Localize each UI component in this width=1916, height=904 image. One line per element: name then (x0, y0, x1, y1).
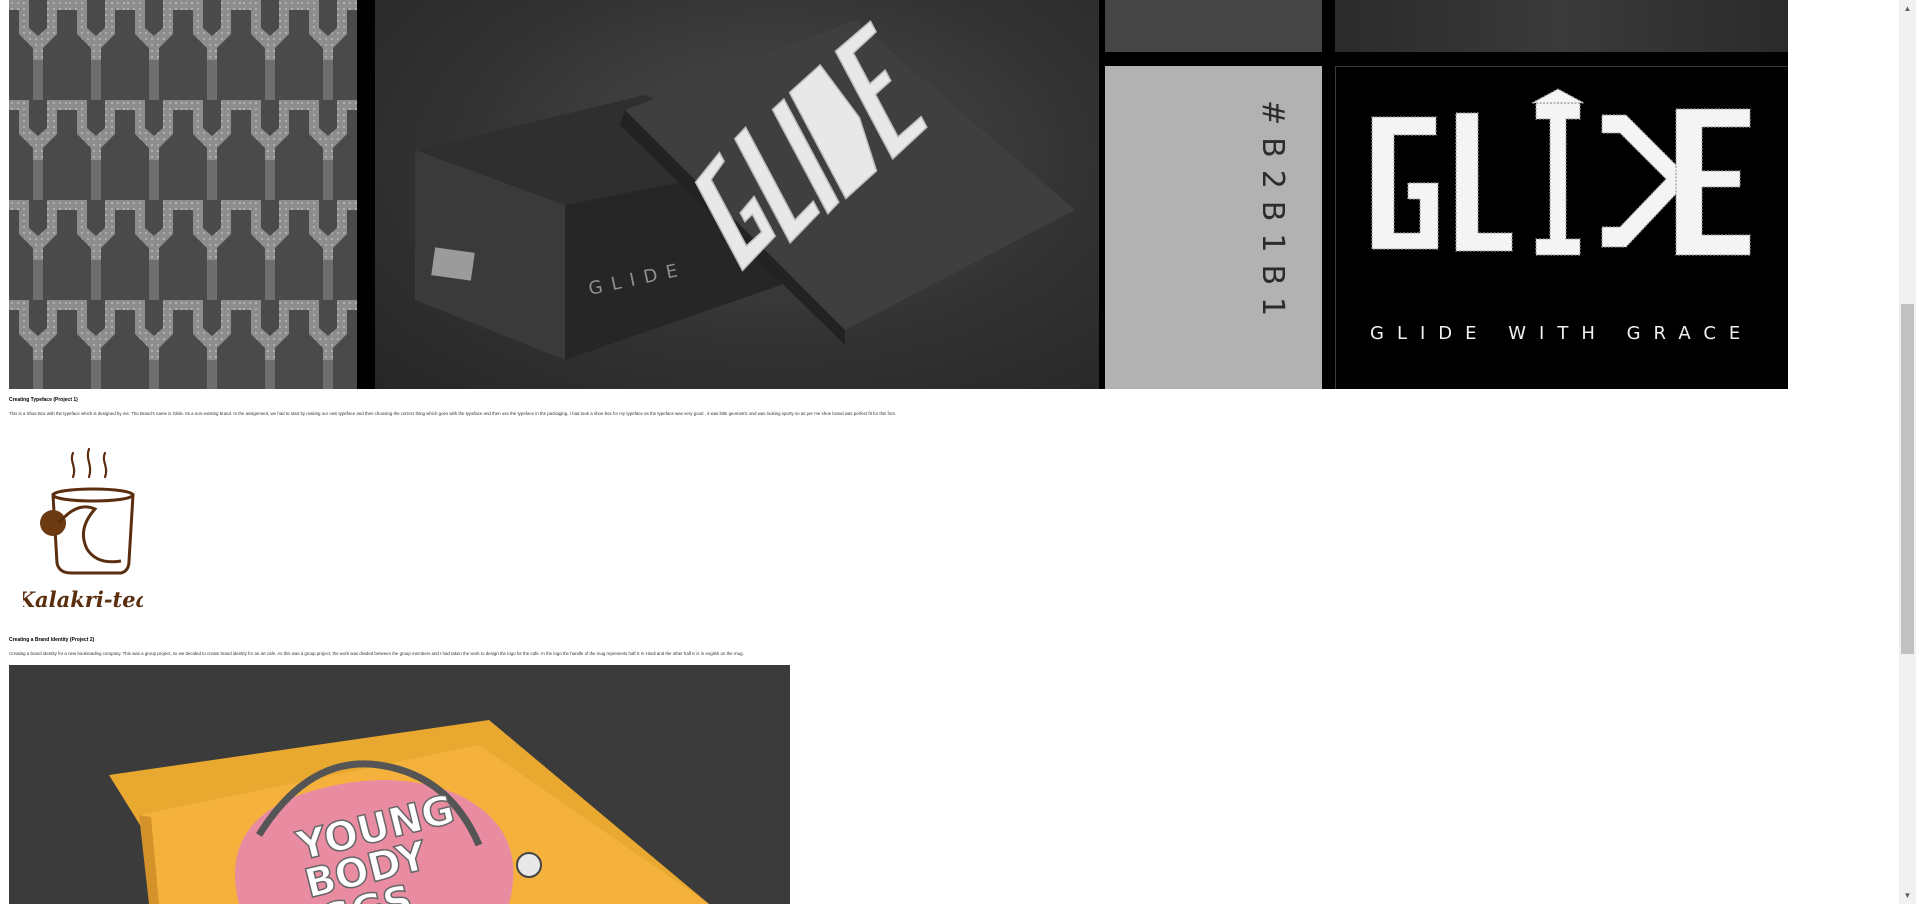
shoebox-photo: GLIDE (375, 0, 1099, 389)
project-2-title: Creating a Brand Identity (Project 2) (9, 637, 95, 643)
glide-logo (1371, 88, 1751, 256)
scrollbar-thumb[interactable] (1901, 304, 1914, 654)
glide-tagline: GLIDE WITH GRACE (1370, 323, 1754, 344)
vertical-scrollbar[interactable]: ▲ ▼ (1899, 0, 1916, 904)
project-2-description: Creating a brand identity for a new book… (9, 651, 744, 656)
scroll-up-arrow-icon[interactable]: ▲ (1899, 0, 1916, 17)
project-1-description: This is a Shoe Box with the typeface whi… (9, 411, 896, 416)
color-swatch-panel: #B2B1B1 (1105, 66, 1322, 389)
kalakri-tea-logotype: Kalakri-tea (23, 587, 143, 612)
scroll-down-arrow-icon[interactable]: ▼ (1899, 887, 1916, 904)
color-panel-top (1105, 0, 1322, 52)
swatch-hex-code: #B2B1B1 (1255, 100, 1290, 329)
kalakri-tea-logo: Kalakri-tea (16, 443, 149, 613)
glide-pattern-panel (9, 0, 357, 389)
project-1-title: Creating Typeface (Project 1) (9, 397, 78, 403)
mug-icon (40, 487, 135, 575)
steam-icon (70, 447, 108, 479)
dark-panel-top (1335, 0, 1788, 52)
glide-shoebox-image: GLIDE #B2B1B1 GLIDE WITH GRACE (9, 0, 1788, 389)
young-body-book-image: YOUNG BODY GGS (9, 665, 790, 904)
glide-logo-panel: GLIDE WITH GRACE (1335, 66, 1788, 389)
